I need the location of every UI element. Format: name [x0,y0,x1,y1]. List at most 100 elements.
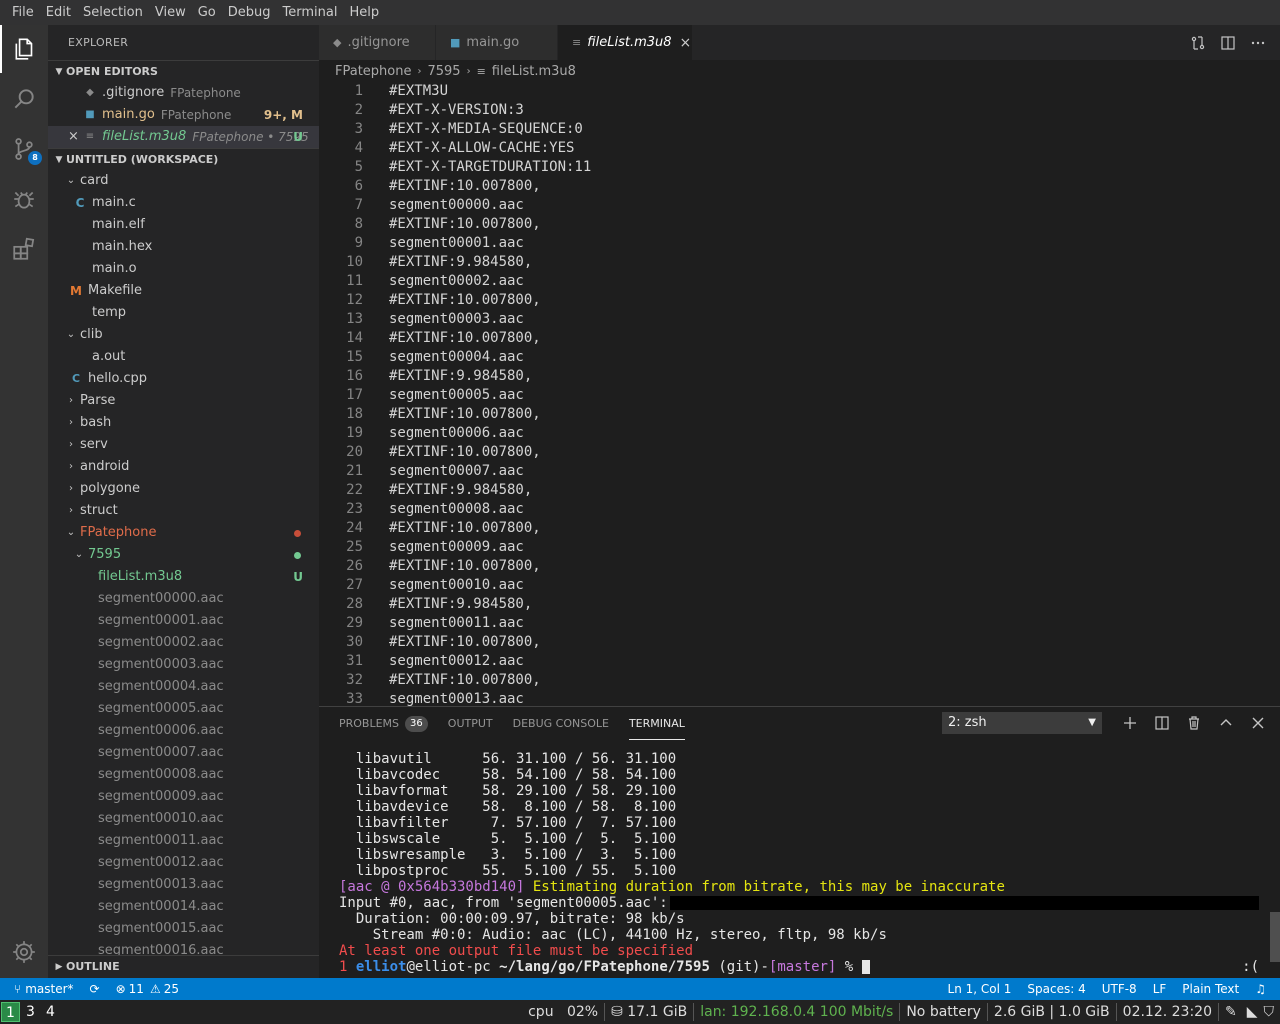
chevron-right-icon: ▶ [55,962,63,972]
outline-header[interactable]: ▶ OUTLINE [48,955,319,978]
workspace-4[interactable]: 4 [41,1002,60,1022]
tab-filelist-m3u8[interactable]: ≡ fileList.m3u8 × [558,25,693,60]
open-editor-gitignore[interactable]: ◆ .gitignore FPatephone [48,82,319,104]
file-segment[interactable]: segment00004.aac [48,676,319,698]
folder-bash[interactable]: › bash [48,412,319,434]
file-segment[interactable]: segment00008.aac [48,764,319,786]
file-segment[interactable]: segment00013.aac [48,874,319,896]
terminal-scrollbar[interactable] [1270,912,1280,962]
file-main-o[interactable]: main.o [48,258,319,280]
terminal-line-duration: Duration: 00:00:09.97, bitrate: 98 kb/s [339,911,685,927]
open-editor-filelist[interactable]: × ≡ fileList.m3u8 FPatephone • 7595 U [48,126,319,148]
line-number: 32 [346,672,363,688]
open-editor-main-go[interactable]: ■ main.go FPatephone 9+, M [48,104,319,126]
folder-fpatephone[interactable]: ⌄ FPatephone [48,522,319,544]
indentation[interactable]: Spaces: 4 [1019,978,1093,1000]
folder-struct[interactable]: › struct [48,500,319,522]
attachment-icon[interactable]: ✎ [1217,1003,1243,1021]
file-segment[interactable]: segment00014.aac [48,896,319,918]
file-makefile[interactable]: M Makefile [48,280,319,302]
file-segment[interactable]: segment00005.aac [48,698,319,720]
tab-main-go[interactable]: ■ main.go [436,25,558,60]
breadcrumb-item[interactable]: FPatephone [335,64,411,79]
file-segment[interactable]: segment00003.aac [48,654,319,676]
debug-icon[interactable] [0,175,48,223]
workspace-3[interactable]: 3 [21,1002,40,1022]
explorer-icon[interactable] [0,25,48,73]
tab-gitignore[interactable]: ◆ .gitignore [319,25,436,60]
close-icon[interactable]: × [680,35,692,51]
shield-icon[interactable]: ⛉ [1262,1004,1280,1020]
file-segment[interactable]: segment00007.aac [48,742,319,764]
file-segment[interactable]: segment00002.aac [48,632,319,654]
file-main-hex[interactable]: main.hex [48,236,319,258]
file-a-out[interactable]: a.out [48,346,319,368]
file-filelist-m3u8[interactable]: fileList.m3u8 U [48,566,319,588]
menu-help[interactable]: Help [343,0,385,25]
close-icon[interactable]: × [68,126,82,148]
file-segment[interactable]: segment00006.aac [48,720,319,742]
split-terminal-icon[interactable] [1154,715,1170,731]
encoding[interactable]: UTF-8 [1094,978,1145,1000]
terminal-select[interactable]: 2: zsh ▼ [942,712,1102,734]
network-icon[interactable]: ◣ [1243,1004,1262,1020]
cursor-position[interactable]: Ln 1, Col 1 [940,978,1020,1000]
breadcrumb-item[interactable]: 7595 [427,64,460,79]
terminal-output[interactable]: libavutil 56. 31.100 / 56. 31.100 libavc… [339,751,1259,979]
folder-android[interactable]: › android [48,456,319,478]
new-terminal-icon[interactable] [1122,715,1138,731]
file-main-c[interactable]: Cmain.c [48,192,319,214]
extensions-icon[interactable] [0,225,48,273]
close-panel-icon[interactable] [1250,715,1266,731]
tab-debug-console[interactable]: DEBUG CONSOLE [513,707,609,740]
sync-icon[interactable]: ⟳ [82,978,108,1000]
more-actions-icon[interactable] [1250,35,1266,51]
end-of-line[interactable]: LF [1145,978,1175,1000]
folder-parse[interactable]: › Parse [48,390,319,412]
split-editor-icon[interactable] [1220,35,1236,51]
menu-debug[interactable]: Debug [222,0,277,25]
file-segment[interactable]: segment00015.aac [48,918,319,940]
file-segment[interactable]: segment00011.aac [48,830,319,852]
maximize-panel-icon[interactable] [1218,715,1234,731]
menu-selection[interactable]: Selection [77,0,149,25]
file-temp[interactable]: temp [48,302,319,324]
folder-serv[interactable]: › serv [48,434,319,456]
menu-file[interactable]: File [6,0,40,25]
folder-clib[interactable]: ⌄ clib [48,324,319,346]
workspace-header[interactable]: ▼ UNTITLED (WORKSPACE) [48,148,319,170]
file-segment[interactable]: segment00010.aac [48,808,319,830]
search-icon[interactable] [0,75,48,123]
menu-go[interactable]: Go [192,0,222,25]
source-control-icon[interactable]: 8 [0,125,48,173]
workspace-1[interactable]: 1 [1,1002,20,1022]
file-segment[interactable]: segment00001.aac [48,610,319,632]
folder-polygone[interactable]: › polygone [48,478,319,500]
tab-terminal[interactable]: TERMINAL [628,707,685,740]
file-hello-cpp[interactable]: Chello.cpp [48,368,319,390]
menu-view[interactable]: View [149,0,192,25]
tab-output[interactable]: OUTPUT [448,707,493,740]
open-editors-header[interactable]: ▼ OPEN EDITORS [48,60,319,82]
bell-icon[interactable]: ♫ [1247,978,1280,1000]
tab-problems[interactable]: PROBLEMS 36 [339,707,428,740]
menu-terminal[interactable]: Terminal [277,0,344,25]
trash-icon[interactable] [1186,715,1202,731]
language-mode[interactable]: Plain Text [1174,978,1247,1000]
file-main-elf[interactable]: main.elf [48,214,319,236]
open-changes-icon[interactable] [1190,35,1206,51]
error-icon: ⊗ [115,982,126,996]
file-segment[interactable]: segment00009.aac [48,786,319,808]
problems-status[interactable]: ⊗ 11 ⚠ 25 [108,978,187,1000]
tree-label: main.hex [92,239,153,254]
code-editor[interactable]: 1 #EXTM3U 2 #EXT-X-VERSION:3 3 #EXT-X-MEDIA-S… [319,82,1280,706]
file-segment[interactable]: segment00012.aac [48,852,319,874]
breadcrumb-item[interactable]: fileList.m3u8 [492,64,576,79]
file-segment[interactable]: segment00000.aac [48,588,319,610]
folder-card[interactable]: ⌄ card [48,170,319,192]
menu-edit[interactable]: Edit [40,0,77,25]
tree-label: 7595 [88,547,122,562]
settings-gear-icon[interactable] [0,928,48,976]
git-branch-status[interactable]: ⑂ master* [0,978,82,1000]
folder-7595[interactable]: ⌄ 7595 [48,544,319,566]
